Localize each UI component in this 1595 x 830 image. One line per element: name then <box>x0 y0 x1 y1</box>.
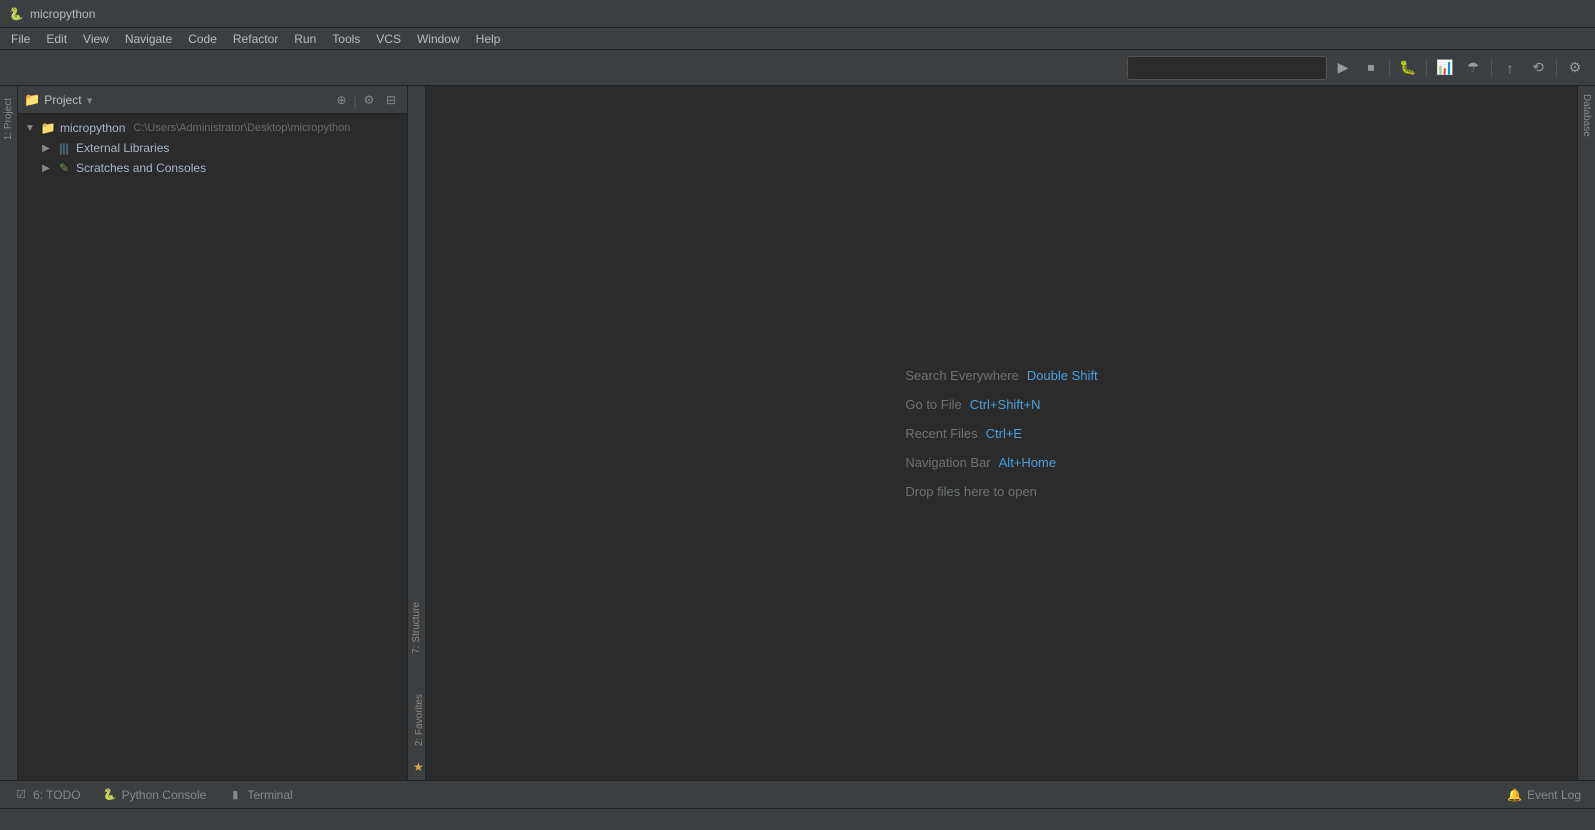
menu-item-tools[interactable]: Tools <box>325 30 367 48</box>
favorites-container: 2: Favorites ★ <box>408 682 425 780</box>
editor-area: Search Everywhere Double Shift Go to Fil… <box>426 86 1577 780</box>
status-bar <box>0 808 1595 830</box>
hint-navigation-bar-shortcut: Alt+Home <box>999 455 1056 470</box>
header-sep: | <box>353 90 357 110</box>
bottom-tab-terminal[interactable]: ▮ Terminal <box>218 785 302 805</box>
sidebar-item-favorites[interactable]: 2: Favorites <box>411 686 422 754</box>
ext-lib-arrow: ▶ <box>40 142 52 154</box>
menu-item-run[interactable]: Run <box>287 30 323 48</box>
locate-icon[interactable]: ⊕ <box>331 90 351 110</box>
todo-icon: ☑ <box>14 788 28 802</box>
library-icon: ||| <box>56 140 72 156</box>
sidebar-item-structure[interactable]: 7: Structure <box>408 594 425 662</box>
hint-search-everywhere-text: Search Everywhere <box>905 368 1018 383</box>
menu-item-edit[interactable]: Edit <box>39 30 74 48</box>
tree-item-external-libraries[interactable]: ▶ ||| External Libraries <box>18 138 407 158</box>
hint-go-to-file-shortcut: Ctrl+Shift+N <box>970 397 1041 412</box>
left-strip: 1: Project <box>0 86 18 780</box>
project-panel: 📁 Project ▾ ⊕ | ⚙ ⊟ ▼ 📁 micropython C:\U… <box>18 86 408 780</box>
root-folder-icon: 📁 <box>40 120 56 136</box>
bottom-right-area: 🔔 Event Log <box>1497 785 1591 805</box>
collapse-icon[interactable]: ⊟ <box>381 90 401 110</box>
menu-item-code[interactable]: Code <box>181 30 224 48</box>
title-bar-text: micropython <box>30 7 95 21</box>
root-label: micropython <box>60 121 125 135</box>
tree-item-scratches[interactable]: ▶ ✎ Scratches and Consoles <box>18 158 407 178</box>
scratch-label: Scratches and Consoles <box>76 161 206 175</box>
menu-item-help[interactable]: Help <box>469 30 508 48</box>
app-icon: 🐍 <box>8 6 24 22</box>
menu-bar: FileEditViewNavigateCodeRefactorRunTools… <box>0 28 1595 50</box>
event-log-label: Event Log <box>1527 788 1581 802</box>
project-header-actions: ⊕ | ⚙ ⊟ <box>331 90 401 110</box>
title-bar: 🐍 micropython <box>0 0 1595 28</box>
toolbar-sep-4 <box>1556 59 1557 77</box>
scratch-icon: ✎ <box>56 160 72 176</box>
hint-drop-files: Drop files here to open <box>905 484 1097 499</box>
terminal-label: Terminal <box>247 788 292 802</box>
hint-recent-files-shortcut: Ctrl+E <box>986 426 1022 441</box>
menu-item-refactor[interactable]: Refactor <box>226 30 285 48</box>
favorites-star-icon: ★ <box>411 758 422 776</box>
python-console-icon: 🐍 <box>103 788 117 802</box>
toolbar-sep-1 <box>1389 59 1390 77</box>
hint-recent-files-text: Recent Files <box>905 426 977 441</box>
vcs-button[interactable]: ↑ <box>1498 56 1522 80</box>
hint-navigation-bar: Navigation Bar Alt+Home <box>905 455 1097 470</box>
menu-item-navigate[interactable]: Navigate <box>118 30 179 48</box>
settings-icon[interactable]: ⚙ <box>359 90 379 110</box>
root-path: C:\Users\Administrator\Desktop\micropyth… <box>133 122 350 134</box>
menu-item-vcs[interactable]: VCS <box>369 30 408 48</box>
sidebar-item-database[interactable]: Database <box>1578 86 1595 145</box>
right-strip: Database <box>1577 86 1595 780</box>
stop-button[interactable]: ⏹ <box>1359 56 1383 80</box>
event-log-icon: 🔔 <box>1507 788 1522 802</box>
project-folder-icon: 📁 <box>24 92 40 108</box>
project-tree: ▼ 📁 micropython C:\Users\Administrator\D… <box>18 114 407 780</box>
bottom-tab-todo[interactable]: ☑ 6: TODO <box>4 785 91 805</box>
menu-item-window[interactable]: Window <box>410 30 467 48</box>
tree-item-root[interactable]: ▼ 📁 micropython C:\Users\Administrator\D… <box>18 118 407 138</box>
hint-go-to-file-text: Go to File <box>905 397 961 412</box>
hint-navigation-bar-text: Navigation Bar <box>905 455 990 470</box>
coverage-button[interactable]: ☂ <box>1461 56 1485 80</box>
terminal-icon: ▮ <box>228 788 242 802</box>
hint-search-everywhere: Search Everywhere Double Shift <box>905 368 1097 383</box>
menu-item-file[interactable]: File <box>4 30 37 48</box>
ext-lib-label: External Libraries <box>76 141 169 155</box>
project-panel-header: 📁 Project ▾ ⊕ | ⚙ ⊟ <box>18 86 407 114</box>
run-config-input[interactable] <box>1127 56 1327 80</box>
secondary-left-strip: 7: Structure 2: Favorites ★ <box>408 86 426 780</box>
project-panel-title: Project ▾ <box>44 93 327 107</box>
run-button[interactable]: ▶ <box>1331 56 1355 80</box>
debug-button[interactable]: 🐛 <box>1396 56 1420 80</box>
history-button[interactable]: ⟲ <box>1526 56 1550 80</box>
sidebar-item-project[interactable]: 1: Project <box>0 90 17 148</box>
bottom-tab-event-log[interactable]: 🔔 Event Log <box>1497 785 1591 805</box>
todo-label: 6: TODO <box>33 788 81 802</box>
main-area: 1: Project 📁 Project ▾ ⊕ | ⚙ ⊟ ▼ 📁 micro… <box>0 86 1595 780</box>
menu-item-view[interactable]: View <box>76 30 116 48</box>
root-arrow: ▼ <box>24 122 36 134</box>
toolbar-sep-2 <box>1426 59 1427 77</box>
bottom-tabs-bar: ☑ 6: TODO 🐍 Python Console ▮ Terminal 🔔 … <box>0 780 1595 808</box>
scratch-arrow: ▶ <box>40 162 52 174</box>
python-console-label: Python Console <box>122 788 207 802</box>
structure-tab-container: 7: Structure <box>408 86 425 682</box>
toolbar-sep-3 <box>1491 59 1492 77</box>
hint-go-to-file: Go to File Ctrl+Shift+N <box>905 397 1097 412</box>
hint-search-everywhere-shortcut: Double Shift <box>1027 368 1098 383</box>
empty-editor-hints: Search Everywhere Double Shift Go to Fil… <box>905 368 1097 499</box>
profile-button[interactable]: 📊 <box>1433 56 1457 80</box>
toolbar: ▶ ⏹ 🐛 📊 ☂ ↑ ⟲ ⚙ <box>0 50 1595 86</box>
settings-button[interactable]: ⚙ <box>1563 56 1587 80</box>
bottom-tab-python-console[interactable]: 🐍 Python Console <box>93 785 217 805</box>
hint-drop-files-text: Drop files here to open <box>905 484 1037 499</box>
hint-recent-files: Recent Files Ctrl+E <box>905 426 1097 441</box>
